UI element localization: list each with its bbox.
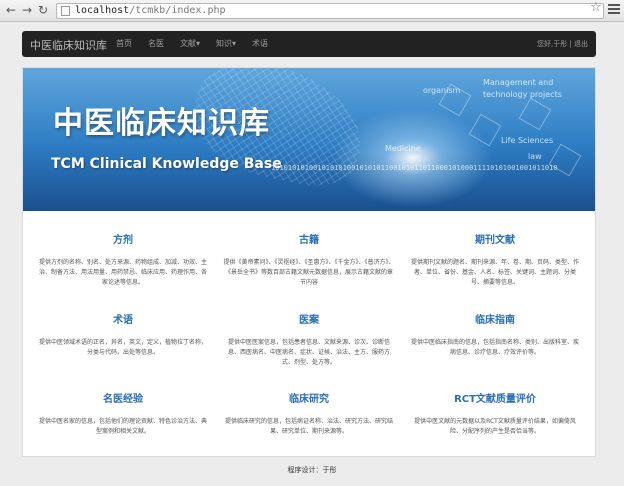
nav-links: 首页 名医 文献▾ 知识▾ 术语 <box>108 31 276 57</box>
section-desc: 提供中医领域术语的正名，异名，英文，定义，植物拉丁名称，分类与代码，出处等信息。 <box>38 339 207 356</box>
section-desc: 提供方剂的名称、别名、处方来源、药物组成、加减、功效、主治、制备方法、用法用量、… <box>38 259 207 286</box>
reload-icon[interactable]: ↻ <box>36 3 50 17</box>
address-bar[interactable]: localhost/tcmkb/index.php <box>56 3 604 19</box>
section-title[interactable]: 医案 <box>223 311 395 326</box>
light-glow <box>333 108 493 208</box>
hexagon-decoration <box>518 97 552 131</box>
browser-toolbar: ← → ↻ localhost/tcmkb/index.php ☆ <box>0 0 624 22</box>
banner-keyword: Management and <box>483 78 554 87</box>
banner-keyword: Life Sciences <box>501 136 554 145</box>
brand-link[interactable]: 中医临床知识库 <box>30 37 107 53</box>
section-title[interactable]: 方剂 <box>37 231 209 246</box>
section-clinical-research[interactable]: 临床研究 提供临床研究的信息，包括病证名称、治法、研究方法、研究结果、研究单位、… <box>223 390 395 437</box>
section-title[interactable]: 临床指南 <box>409 311 581 326</box>
banner-title-en: TCM Clinical Knowledge Base <box>51 156 282 172</box>
section-formula[interactable]: 方剂 提供方剂的名称、别名、处方来源、药物组成、加减、功效、主治、制备方法、用法… <box>37 231 209 288</box>
main-content: 中医临床知识库 TCM Clinical Knowledge Base 1010… <box>22 67 596 457</box>
section-title[interactable]: 临床研究 <box>223 390 395 405</box>
forward-icon[interactable]: → <box>20 3 34 17</box>
section-clinical-guidelines[interactable]: 临床指南 提供中医临床指南的信息，包括指南名称、类别、出版科室、疾病信息、诊疗信… <box>409 311 581 358</box>
section-desc: 提供中医名家的信息，包括他们的理论贡献、特色诊治方法、典型案例和相关文献。 <box>38 418 207 435</box>
section-desc: 提供中医文献的元数据以及RCT文献质量评价结果，如偏倚风险、分配序列的产生是否恰… <box>414 418 576 435</box>
section-desc: 提供临床研究的信息，包括病证名称、治法、研究方法、研究结果、研究单位、期刊来源等… <box>224 418 393 435</box>
url-path: /tcmkb/index.php <box>129 5 226 16</box>
section-desc: 提供期刊文献的题名、期刊来源、年、卷、期、页码、类型、作者、单位、省份、基金、人… <box>410 259 579 286</box>
page-icon <box>61 6 70 16</box>
nav-home[interactable]: 首页 <box>108 31 140 57</box>
section-desc: 提供《黄帝素问》、《灵枢经》、《圣惠方》、《千金方》、《普济方》、《景岳全书》等… <box>223 259 395 286</box>
section-desc: 提供中医临床指南的信息，包括指南名称、类别、出版科室、疾病信息、诊疗信息、疗效评… <box>410 339 579 356</box>
section-medical-cases[interactable]: 医案 提供中医医案信息，包括患者信息、文献来源、诊次、诊断信息、西医病名、中医病… <box>223 311 395 368</box>
url-host: localhost <box>75 5 130 16</box>
section-desc: 提供中医医案信息，包括患者信息、文献来源、诊次、诊断信息、西医病名、中医病名、症… <box>227 339 390 366</box>
hero-banner: 中医临床知识库 TCM Clinical Knowledge Base 1010… <box>23 68 595 211</box>
section-title[interactable]: RCT文献质量评价 <box>409 390 581 405</box>
section-rct-evaluation[interactable]: RCT文献质量评价 提供中医文献的元数据以及RCT文献质量评价结果，如偏倚风险、… <box>409 390 581 437</box>
navbar: 中医临床知识库 首页 名医 文献▾ 知识▾ 术语 您好,于彤 | 退出 <box>22 31 596 57</box>
section-title[interactable]: 古籍 <box>223 231 395 246</box>
browser-menu-icon[interactable] <box>608 4 620 16</box>
nav-literature-dropdown[interactable]: 文献▾ <box>172 31 208 57</box>
url-text: localhost/tcmkb/index.php <box>75 5 226 16</box>
section-title[interactable]: 期刊文献 <box>409 231 581 246</box>
banner-binary-text: 1010101010010101010010101011001010110110… <box>271 164 558 172</box>
banner-keyword: technology projects <box>483 90 562 99</box>
banner-keyword: law <box>528 152 542 161</box>
page: 中医临床知识库 首页 名医 文献▾ 知识▾ 术语 您好,于彤 | 退出 中医临床… <box>0 23 624 486</box>
section-journals[interactable]: 期刊文献 提供期刊文献的题名、期刊来源、年、卷、期、页码、类型、作者、单位、省份… <box>409 231 581 288</box>
section-famous-doctor-experience[interactable]: 名医经验 提供中医名家的信息，包括他们的理论贡献、特色诊治方法、典型案例和相关文… <box>37 390 209 437</box>
section-title[interactable]: 术语 <box>37 311 209 326</box>
bookmark-star-icon[interactable]: ☆ <box>590 0 602 15</box>
banner-keyword: organism <box>423 86 461 95</box>
nav-terminology[interactable]: 术语 <box>244 31 276 57</box>
banner-keyword: Medicine <box>385 144 421 153</box>
back-icon[interactable]: ← <box>4 3 18 17</box>
section-ancient-books[interactable]: 古籍 提供《黄帝素问》、《灵枢经》、《圣惠方》、《千金方》、《普济方》、《景岳全… <box>223 231 395 288</box>
nav-knowledge-dropdown[interactable]: 知识▾ <box>208 31 244 57</box>
section-terminology[interactable]: 术语 提供中医领域术语的正名，异名，英文，定义，植物拉丁名称，分类与代码，出处等… <box>37 311 209 358</box>
banner-title-cn: 中医临床知识库 <box>53 106 270 141</box>
section-title[interactable]: 名医经验 <box>37 390 209 405</box>
page-footer: 程序设计：于彤 <box>287 466 337 474</box>
user-logout-link[interactable]: 您好,于彤 | 退出 <box>537 31 588 57</box>
nav-famous-doctors[interactable]: 名医 <box>140 31 172 57</box>
